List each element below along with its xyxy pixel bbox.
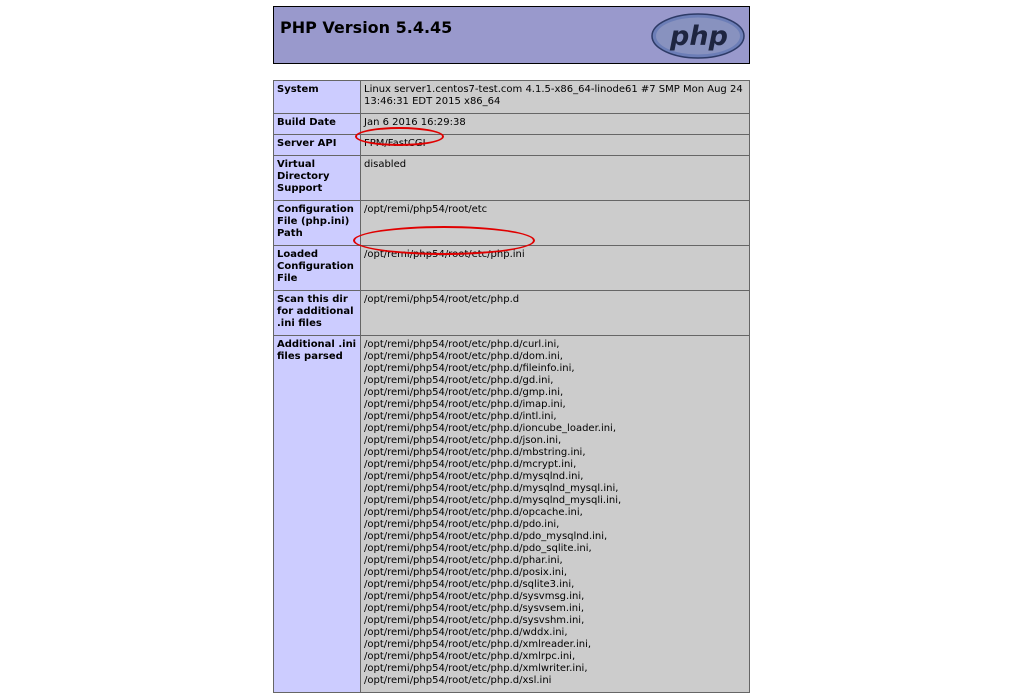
info-table: System Linux server1.centos7-test.com 4.… bbox=[273, 80, 750, 693]
row-value-build-date: Jan 6 2016 16:29:38 bbox=[360, 113, 750, 135]
phpinfo-header: PHP Version 5.4.45 php bbox=[273, 6, 750, 64]
svg-text:php: php bbox=[669, 21, 728, 52]
row-label-system: System bbox=[273, 80, 361, 114]
row-value-additional-ini-files: /opt/remi/php54/root/etc/php.d/curl.ini,… bbox=[360, 335, 750, 693]
row-label-scan-dir: Scan this dir for additional .ini files bbox=[273, 290, 361, 336]
table-row: Build Date Jan 6 2016 16:29:38 bbox=[273, 113, 750, 135]
table-row: Server API FPM/FastCGI bbox=[273, 134, 750, 156]
table-row: Virtual Directory Support disabled bbox=[273, 155, 750, 201]
table-row: Configuration File (php.ini) Path /opt/r… bbox=[273, 200, 750, 246]
row-value-server-api: FPM/FastCGI bbox=[360, 134, 750, 156]
php-logo-icon: php bbox=[651, 13, 745, 59]
table-row: System Linux server1.centos7-test.com 4.… bbox=[273, 80, 750, 114]
row-value-system: Linux server1.centos7-test.com 4.1.5-x86… bbox=[360, 80, 750, 114]
row-label-additional-ini-files: Additional .ini files parsed bbox=[273, 335, 361, 693]
row-value-virtual-directory-support: disabled bbox=[360, 155, 750, 201]
phpinfo-container: PHP Version 5.4.45 php System Linux serv… bbox=[273, 6, 750, 693]
page-title: PHP Version 5.4.45 bbox=[280, 18, 453, 37]
row-value-scan-dir: /opt/remi/php54/root/etc/php.d bbox=[360, 290, 750, 336]
table-row: Scan this dir for additional .ini files … bbox=[273, 290, 750, 336]
row-label-build-date: Build Date bbox=[273, 113, 361, 135]
row-value-configuration-file-path: /opt/remi/php54/root/etc bbox=[360, 200, 750, 246]
table-row: Loaded Configuration File /opt/remi/php5… bbox=[273, 245, 750, 291]
table-row: Additional .ini files parsed /opt/remi/p… bbox=[273, 335, 750, 693]
row-label-server-api: Server API bbox=[273, 134, 361, 156]
row-value-loaded-configuration-file: /opt/remi/php54/root/etc/php.ini bbox=[360, 245, 750, 291]
row-label-configuration-file-path: Configuration File (php.ini) Path bbox=[273, 200, 361, 246]
row-label-virtual-directory-support: Virtual Directory Support bbox=[273, 155, 361, 201]
row-label-loaded-configuration-file: Loaded Configuration File bbox=[273, 245, 361, 291]
